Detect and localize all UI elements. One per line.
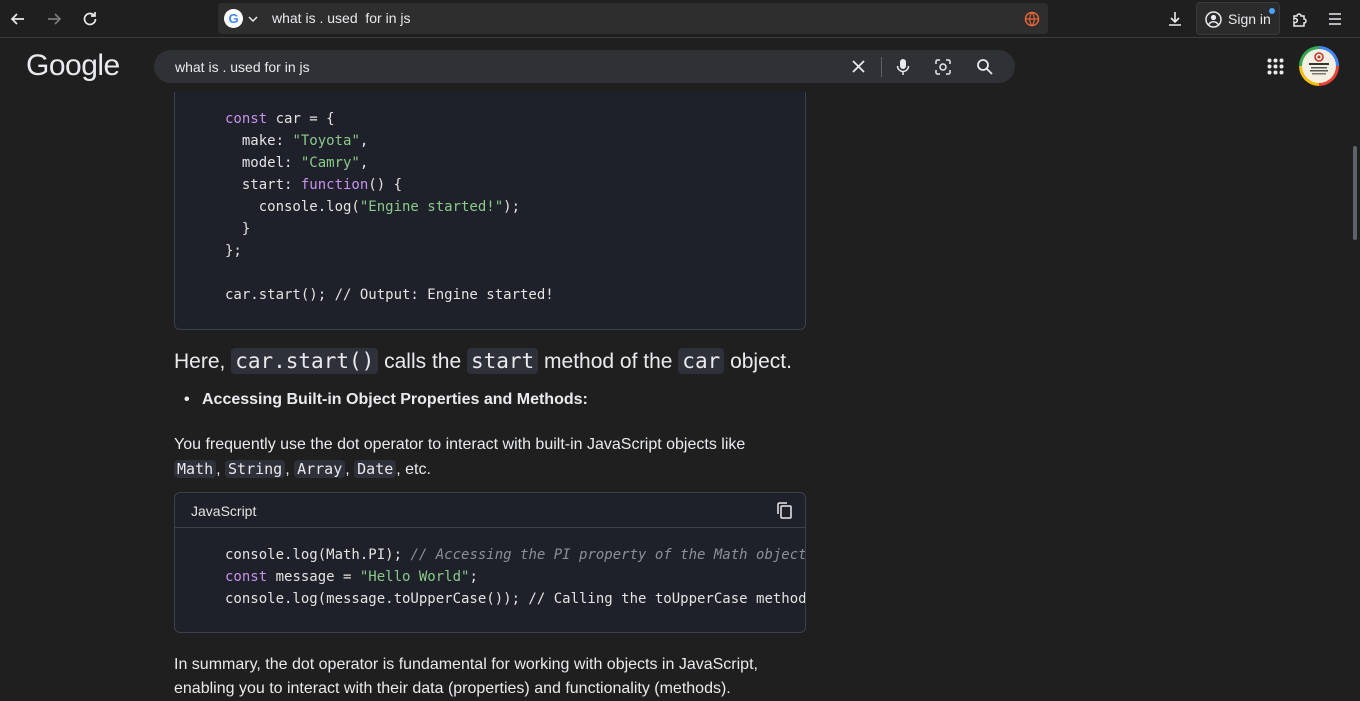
code-line: make: "Toyota", [225,130,554,152]
reload-icon [83,12,97,26]
inline-code-string: String [225,460,286,478]
inline-code-start: start [466,348,539,374]
google-apps-icon[interactable] [1267,58,1284,75]
code-content: const car = { make: "Toyota", model: "Ca… [225,108,554,306]
browser-menu-button[interactable] [1322,6,1348,32]
code-block-builtin-example: JavaScript console.log(Math.PI); // Acce… [174,492,806,633]
arrow-right-icon [48,13,62,25]
hamburger-menu-icon [1329,13,1341,25]
code-token: // Accessing the PI property of the Math… [410,547,806,563]
sign-in-label: Sign in [1228,11,1271,27]
address-bar[interactable]: G what is . used for in js [218,3,1048,34]
paragraph-text: , etc. [396,461,431,478]
search-icon[interactable] [976,58,993,75]
code-token: const [225,569,268,585]
back-button[interactable] [5,6,31,32]
translate-icon[interactable] [1024,11,1040,27]
google-logo[interactable]: Google [26,49,120,83]
heading-text: method of the [538,350,679,373]
account-avatar[interactable] [1299,46,1339,86]
summary-paragraph: In summary, the dot operator is fundamen… [174,653,814,701]
inline-code-date: Date [354,460,397,478]
code-token: console.log(Math.PI); [225,547,411,563]
arrow-left-icon [10,13,24,25]
code-language-label: JavaScript [191,503,257,519]
forward-button[interactable] [41,6,67,32]
code-token: "Camry" [300,155,360,171]
code-token: const [225,111,268,127]
code-line: } [225,218,554,240]
code-token: , [359,133,369,149]
code-token: }; [225,243,242,259]
code-token: "Toyota" [292,133,360,149]
bullet-item: Accessing Built-in Object Properties and… [184,391,588,409]
search-divider [881,57,882,77]
code-line: car.start(); // Output: Engine started! [225,284,554,306]
download-icon [1169,12,1181,26]
inline-code-math: Math [174,460,217,478]
code-line: console.log("Engine started!"); [225,196,554,218]
code-line: }; [225,240,554,262]
browser-toolbar: G what is . used for in js Sign in [0,0,1360,38]
puzzle-icon [1293,13,1307,27]
code-line: const car = { [225,108,554,130]
code-line: const message = "Hello World"; [225,566,805,588]
code-token: message = [267,569,360,585]
svg-text:G: G [228,11,238,26]
reload-button[interactable] [77,6,103,32]
code-token: , [359,155,369,171]
chevron-down-icon[interactable] [248,14,258,24]
inline-code-car: car [678,348,725,374]
bullet-text: Accessing Built-in Object Properties and… [202,391,588,408]
summary-text: In summary, the dot operator is fundamen… [174,656,758,673]
account-circle-icon [1205,11,1222,28]
code-token: console.log( [225,199,360,215]
google-header: Google what is . used for in js [0,39,1360,92]
code-token: "Engine started!" [359,199,504,215]
code-line: model: "Camry", [225,152,554,174]
code-token: ); [503,199,521,215]
inline-code-car-start: car.start() [231,348,379,374]
heading-text: Here, [174,350,232,373]
inline-code-array: Array [294,460,346,478]
notification-dot [1269,8,1275,14]
code-token: console.log(message.toUpperCase()); // C… [225,591,806,607]
lens-icon[interactable] [934,58,952,76]
avatar-image [1302,49,1336,83]
code-token: car = { [267,111,335,127]
code-token: ; [469,569,478,585]
code-block-header: JavaScript [175,493,805,528]
page-scrollbar[interactable] [1353,146,1357,240]
clear-icon[interactable] [851,59,866,74]
google-favicon: G [224,9,243,28]
paragraph-built-in-objects: You frequently use the dot operator to i… [174,436,746,478]
code-token: () { [368,177,403,193]
extensions-button[interactable] [1287,6,1313,32]
heading-text: calls the [378,350,467,373]
code-token: model: [225,155,301,171]
code-content: console.log(Math.PI); // Accessing the P… [225,544,806,610]
code-token: start: [225,177,301,193]
code-token: } [225,221,251,237]
explanation-heading: Here, car.start() calls the start method… [174,348,792,374]
code-token: car.start(); // Output: Engine started! [225,287,554,303]
microphone-icon[interactable] [896,58,910,76]
downloads-button[interactable] [1162,6,1188,32]
code-line: start: function() { [225,174,554,196]
google-search-box[interactable]: what is . used for in js [154,50,1015,83]
code-block-object-example: const car = { make: "Toyota", model: "Ca… [174,92,806,330]
summary-text: enabling you to interact with their data… [174,680,731,697]
url-text: what is . used for in js [272,10,411,26]
code-token: function [300,177,369,193]
code-token: "Hello World" [359,569,470,585]
heading-text: object. [724,350,792,373]
search-query[interactable]: what is . used for in js [175,59,310,75]
sign-in-button[interactable]: Sign in [1196,2,1280,35]
code-line: console.log(Math.PI); // Accessing the P… [225,544,806,566]
paragraph-text: You frequently use the dot operator to i… [174,436,746,453]
code-token: make: [225,133,293,149]
code-line: console.log(message.toUpperCase()); // C… [225,588,806,610]
copy-icon[interactable] [776,502,793,519]
